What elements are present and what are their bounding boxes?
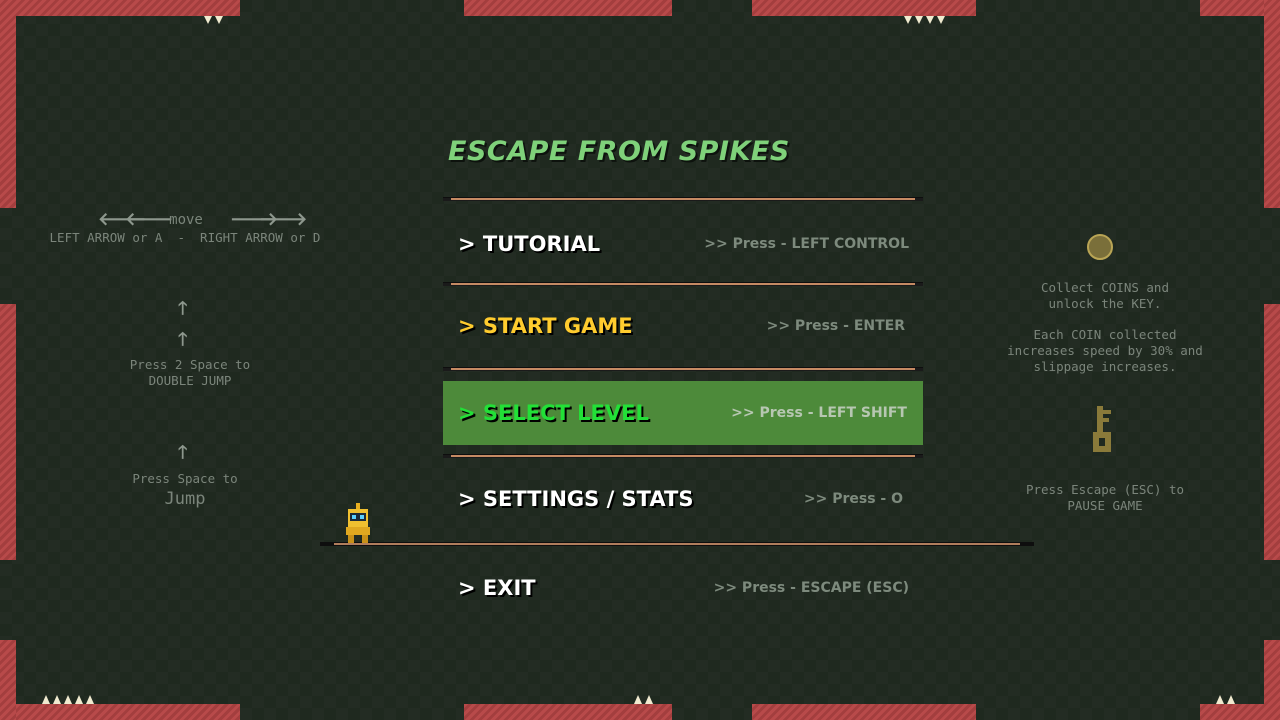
menu-item-label: > EXIT <box>458 576 536 600</box>
menu-item-hint: >> Press - LEFT CONTROL <box>704 236 909 252</box>
spike-icon <box>1216 695 1224 704</box>
spikes-bottom-left <box>42 695 94 704</box>
menu-item-hint: >> Press - ENTER <box>766 318 905 334</box>
menu-item-label: > START GAME <box>458 314 633 338</box>
spike-icon <box>645 695 653 704</box>
menu-item-label: > SETTINGS / STATS <box>458 487 694 511</box>
pause-line1: Press Escape (ESC) to <box>1025 482 1185 497</box>
double-jump-line2: DOUBLE JUMP <box>148 373 232 388</box>
wall-top-2 <box>464 0 672 16</box>
arrow-up-icon: 🡑 <box>178 329 188 350</box>
arrow-right-icon: 🡒 <box>259 209 308 230</box>
spike-icon <box>64 695 72 704</box>
wall-left-1 <box>0 0 16 208</box>
wall-right-1 <box>1264 0 1280 208</box>
speed-line3: slippage increases. <box>1033 359 1177 374</box>
menu-item-label: > TUTORIAL <box>458 232 601 256</box>
spike-icon <box>86 695 94 704</box>
arrow-up-icon: 🡑 <box>178 298 188 319</box>
menu-item-tutorial[interactable]: > TUTORIAL >> Press - LEFT CONTROL <box>443 212 923 276</box>
wall-right-3 <box>1264 640 1280 720</box>
menu-item-start-game[interactable]: > START GAME >> Press - ENTER <box>443 294 923 358</box>
pause-line2: PAUSE GAME <box>1067 498 1143 513</box>
spikes-top-left <box>204 16 223 24</box>
spike-icon <box>937 16 945 24</box>
pause-info: Press Escape (ESC) to PAUSE GAME <box>990 482 1220 514</box>
menu-item-label: > SELECT LEVEL <box>458 401 649 425</box>
spike-icon <box>53 695 61 704</box>
wall-bottom-3 <box>752 704 976 720</box>
wall-bottom-2 <box>464 704 672 720</box>
menu-item-hint: >> Press - O <box>803 491 903 507</box>
menu-divider <box>443 367 923 371</box>
ground-platform <box>320 542 1034 546</box>
wall-right-2 <box>1264 304 1280 560</box>
spikes-bottom-mid <box>634 695 653 704</box>
menu-item-exit[interactable]: > EXIT >> Press - ESCAPE (ESC) <box>443 556 923 620</box>
coin-line2: unlock the KEY. <box>1048 296 1162 311</box>
coin-icon <box>1087 234 1113 260</box>
spikes-bottom-right <box>1216 695 1235 704</box>
game-title: ESCAPE FROM SPIKES <box>448 136 790 167</box>
key-icon <box>1093 406 1111 452</box>
wall-left-2 <box>0 304 16 560</box>
wall-top-3 <box>752 0 976 16</box>
wall-bottom-1 <box>0 704 240 720</box>
menu-divider <box>443 197 923 201</box>
spike-icon <box>926 16 934 24</box>
jump-hint: Press Space to Jump <box>90 471 280 509</box>
jump-line2: Jump <box>164 489 206 509</box>
speed-line2: increases speed by 30% and <box>1007 343 1203 358</box>
wall-top-1 <box>0 0 240 16</box>
menu-item-hint: >> Press - LEFT SHIFT <box>731 405 907 421</box>
menu-item-hint: >> Press - ESCAPE (ESC) <box>713 580 909 596</box>
jump-line1: Press Space to <box>132 471 238 486</box>
spike-icon <box>915 16 923 24</box>
player-robot-icon <box>346 503 370 543</box>
menu-divider <box>443 282 923 286</box>
speed-line1: Each COIN collected <box>1033 327 1177 342</box>
spike-icon <box>75 695 83 704</box>
speed-info: Each COIN collected increases speed by 3… <box>980 327 1230 375</box>
coin-line1: Collect COINS and <box>1041 280 1169 295</box>
double-jump-hint: Press 2 Space to DOUBLE JUMP <box>90 357 290 389</box>
spike-icon <box>1227 695 1235 704</box>
move-keys-text: LEFT ARROW or A - RIGHT ARROW or D <box>49 230 321 245</box>
spikes-top-right <box>904 16 945 24</box>
spike-icon <box>904 16 912 24</box>
spike-icon <box>204 16 212 24</box>
arrow-up-icon: 🡑 <box>178 442 188 463</box>
move-label: move <box>169 212 203 228</box>
wall-left-3 <box>0 640 16 720</box>
menu-item-select-level[interactable]: > SELECT LEVEL >> Press - LEFT SHIFT <box>443 381 923 445</box>
double-jump-line1: Press 2 Space to <box>129 357 251 372</box>
spike-icon <box>215 16 223 24</box>
menu-item-settings-stats[interactable]: > SETTINGS / STATS >> Press - O <box>443 467 923 531</box>
menu-divider <box>443 454 923 458</box>
spike-icon <box>42 695 50 704</box>
spike-icon <box>634 695 642 704</box>
coin-info: Collect COINS and unlock the KEY. <box>990 280 1220 312</box>
